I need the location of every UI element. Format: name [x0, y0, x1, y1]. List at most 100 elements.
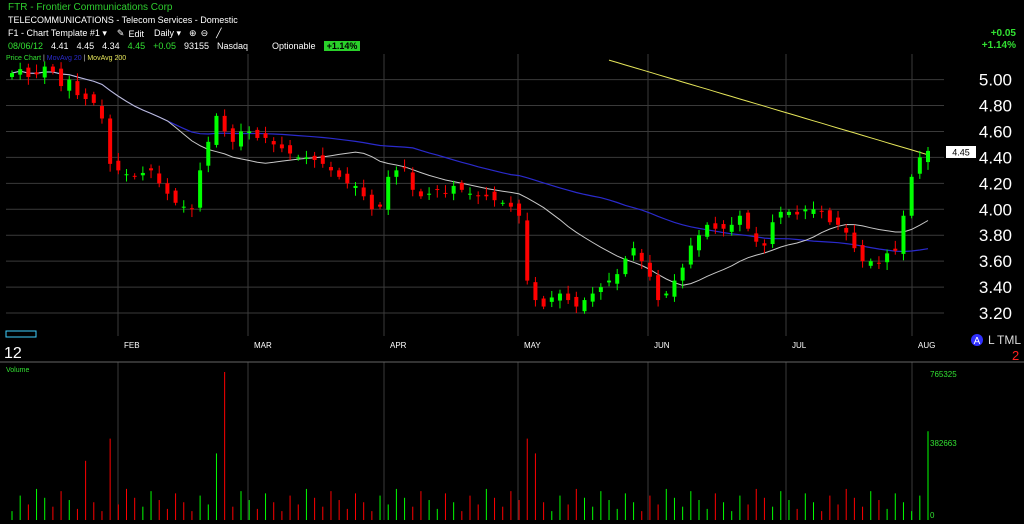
period-dropdown[interactable]: Daily ▾ — [154, 28, 181, 39]
candle-body — [754, 233, 759, 242]
price-tick-label: 3.80 — [979, 226, 1012, 245]
candle-body — [378, 204, 383, 207]
candle-body — [836, 217, 841, 225]
candle-body — [574, 296, 579, 307]
candle-body — [811, 209, 816, 214]
candle-body — [214, 115, 219, 145]
zoom-out-icon[interactable]: ⊖ — [201, 28, 209, 39]
candle-body — [827, 210, 832, 223]
candle-body — [721, 224, 726, 229]
candle-body — [525, 220, 530, 281]
candle-body — [885, 253, 890, 263]
candle-body — [59, 68, 64, 87]
candle-body — [279, 144, 284, 149]
candle-body — [541, 298, 546, 307]
candle-body — [91, 94, 96, 103]
sector-line: TELECOMMUNICATIONS - Telecom Services - … — [8, 15, 238, 25]
candle-body — [288, 145, 293, 154]
candle-body — [680, 267, 685, 281]
quote-change: +0.05 — [153, 41, 176, 51]
right-change: +0.05 — [990, 28, 1016, 39]
candle-body — [149, 168, 154, 171]
candles — [10, 61, 930, 314]
candle-body — [312, 155, 317, 160]
candle-body — [492, 191, 497, 201]
price-tick-label: 3.60 — [979, 252, 1012, 271]
price-tick-label: 4.80 — [979, 97, 1012, 116]
candle-body — [386, 176, 391, 210]
price-tick-label: 4.00 — [979, 200, 1012, 219]
price-tick-label: 5.00 — [979, 71, 1012, 90]
candle-body — [222, 115, 227, 132]
chart-header: FTR - Frontier Communications Corp TELEC… — [0, 0, 1024, 54]
price-tick-label: 3.40 — [979, 278, 1012, 297]
candle-body — [549, 297, 554, 302]
candle-body — [263, 133, 268, 138]
volume-tick-label: 382663 — [930, 439, 957, 448]
candle-body — [876, 262, 881, 264]
candle-body — [116, 160, 121, 171]
candle-body — [705, 224, 710, 237]
quote-date: 08/06/12 — [8, 41, 44, 51]
candle-body — [500, 202, 505, 204]
candle-body — [42, 66, 47, 78]
candle-body — [598, 287, 603, 293]
candle-body — [557, 293, 562, 301]
candle-body — [247, 131, 252, 134]
candle-body — [607, 280, 612, 283]
candle-body — [476, 195, 481, 197]
volume-bars — [11, 372, 929, 520]
scroll-handle[interactable] — [5, 330, 37, 338]
candle-body — [926, 150, 930, 163]
zoom-in-icon[interactable]: ⊕ — [189, 28, 197, 39]
candle-body — [67, 79, 72, 91]
candle-body — [590, 293, 595, 302]
candle-body — [410, 172, 415, 190]
candle-body — [75, 81, 80, 96]
candle-body — [345, 173, 350, 184]
candle-body — [394, 170, 399, 177]
candle-body — [639, 252, 644, 262]
month-label: MAR — [254, 341, 272, 350]
candle-body — [786, 211, 791, 215]
candle-body — [181, 206, 186, 208]
tml-mark: TML — [997, 333, 1021, 347]
candle-body — [296, 157, 301, 159]
candle-body — [508, 202, 513, 207]
quote-line: 08/06/12 4.41 4.45 4.34 4.45 +0.05 93155… — [8, 41, 361, 51]
right-mark: 2 — [1012, 348, 1019, 363]
price-tick-label: 4.60 — [979, 122, 1012, 141]
volume-axis: 765325 382663 0 — [930, 370, 957, 520]
candle-body — [868, 261, 873, 266]
template-dropdown[interactable]: F1 - Chart Template #1 ▾ — [8, 28, 107, 39]
quote-optionable: Optionable — [272, 41, 316, 51]
candle-body — [517, 203, 522, 216]
a-mark: A — [974, 336, 981, 347]
ma20-line — [11, 70, 929, 286]
price-volume-chart[interactable]: Price Chart | MovAvg 20 | MovAvg 200 5.0… — [0, 54, 1024, 524]
symbol-title: FTR - Frontier Communications Corp — [8, 2, 173, 13]
candle-body — [803, 209, 808, 212]
candle-body — [893, 248, 898, 251]
candle-body — [418, 191, 423, 197]
candle-body — [623, 258, 628, 275]
candle-body — [468, 193, 472, 195]
candle-body — [369, 194, 374, 210]
candle-body — [50, 66, 55, 72]
candle-body — [860, 245, 865, 262]
candle-body — [566, 293, 571, 301]
candle-body — [239, 131, 243, 147]
edit-button[interactable]: Edit — [128, 29, 144, 39]
candle-body — [459, 182, 464, 190]
candle-body — [435, 189, 440, 191]
candle-body — [484, 194, 489, 197]
ma50-line — [11, 70, 929, 253]
pencil-icon[interactable]: ✎ — [117, 28, 125, 39]
month-label: FEB — [124, 341, 140, 350]
draw-line-icon[interactable]: ╱ — [216, 28, 221, 39]
candle-body — [909, 176, 914, 216]
price-tick-label: 4.20 — [979, 174, 1012, 193]
price-tick-label: 3.20 — [979, 304, 1012, 323]
month-axis: FEB MAR APR MAY JUN JUL AUG — [124, 341, 935, 350]
candle-body — [361, 187, 366, 197]
